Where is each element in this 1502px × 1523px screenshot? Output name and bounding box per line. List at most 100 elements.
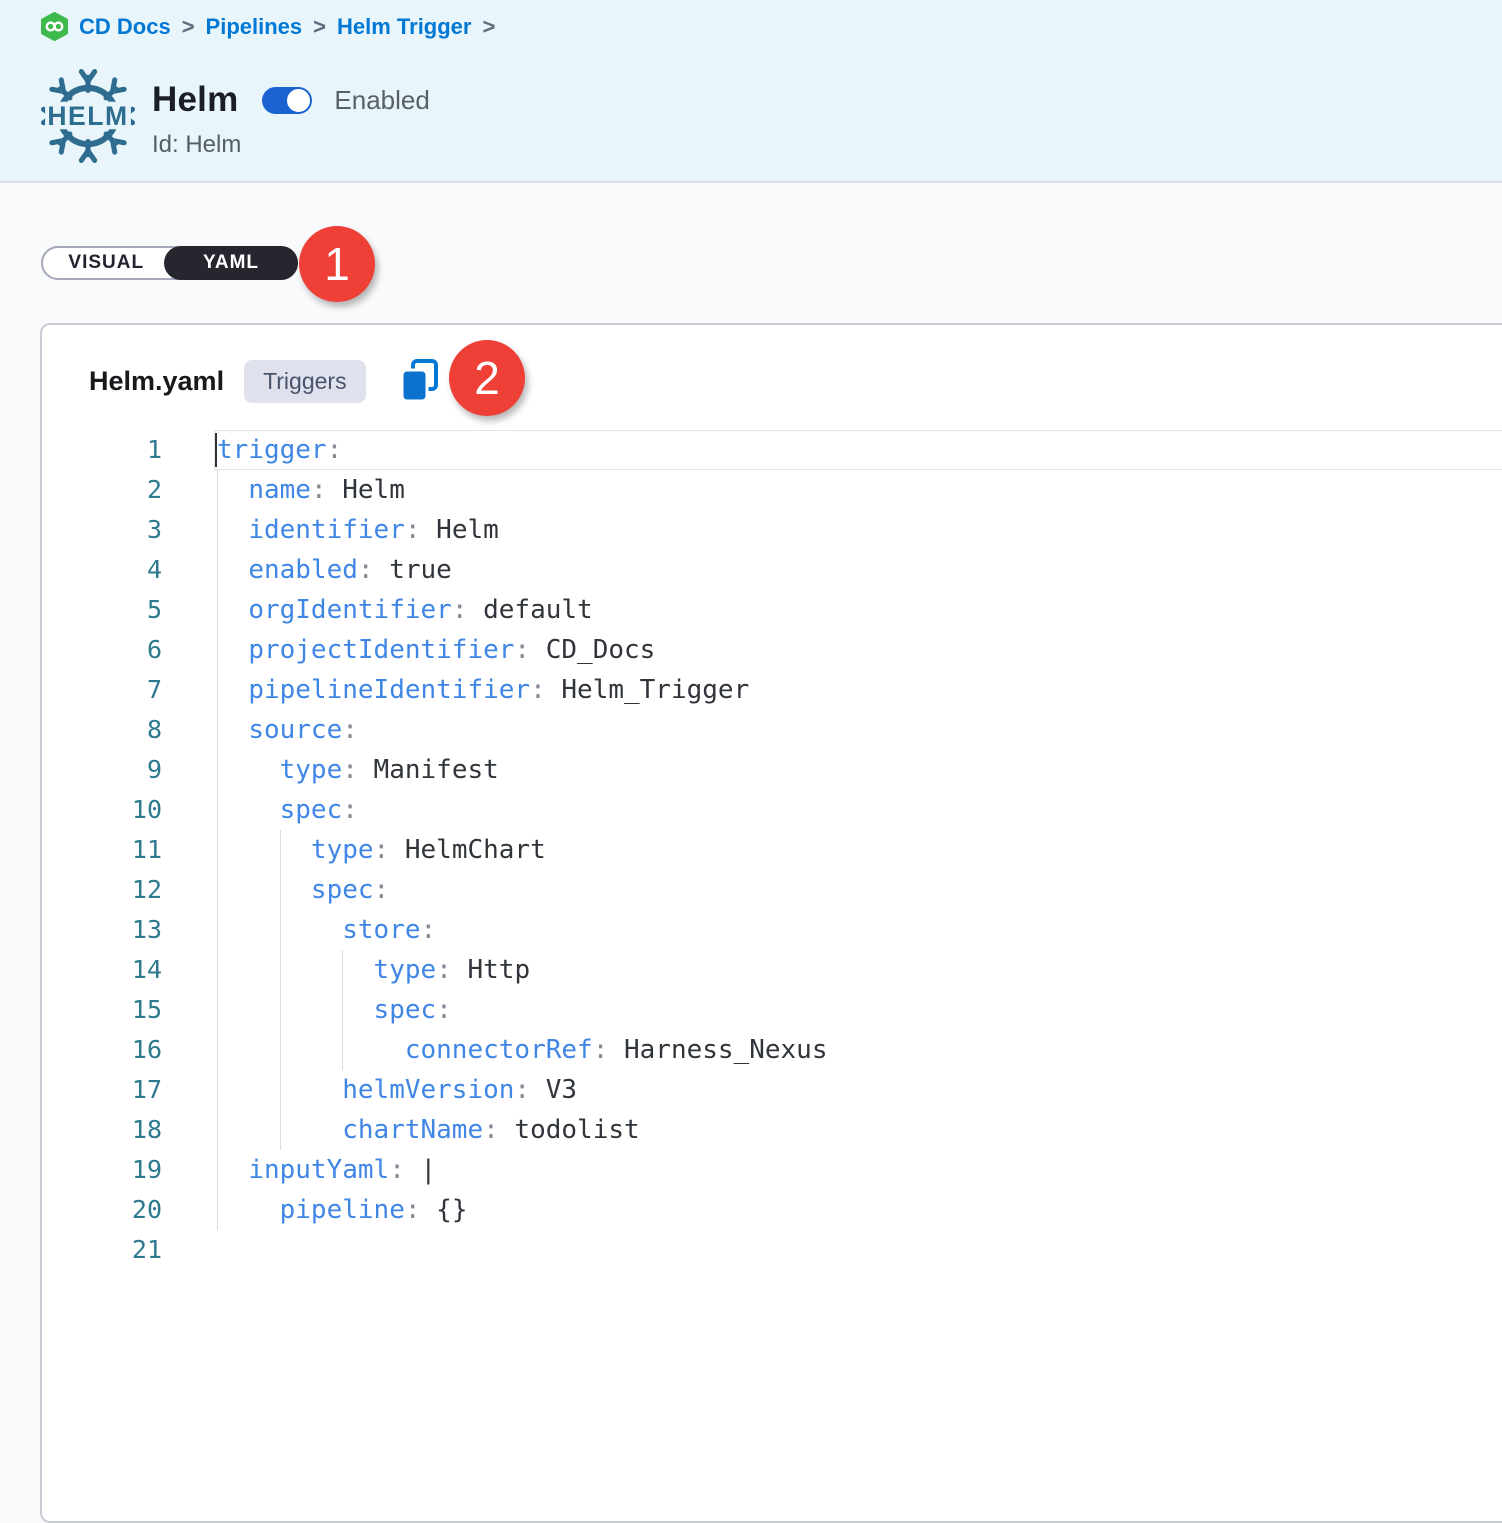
indent-guide <box>280 910 281 950</box>
indent-guide <box>280 1110 281 1150</box>
code-line[interactable]: 5 orgIdentifier: default <box>42 590 1502 630</box>
code-line[interactable]: 9 type: Manifest <box>42 750 1502 790</box>
code-line[interactable]: 8 source: <box>42 710 1502 750</box>
enabled-toggle[interactable] <box>262 87 310 114</box>
code-line[interactable]: 4 enabled: true <box>42 550 1502 590</box>
breadcrumb-separator: > <box>182 14 195 40</box>
trigger-id-text: Id: Helm <box>152 131 430 159</box>
breadcrumb-item-pipelines[interactable]: Pipelines <box>206 14 303 40</box>
code-line[interactable]: 18 chartName: todolist <box>42 1110 1502 1150</box>
yaml-code-editor[interactable]: 1trigger:2 name: Helm3 identifier: Helm4… <box>42 430 1502 1270</box>
line-number: 4 <box>42 550 162 590</box>
copy-icon[interactable] <box>400 358 440 404</box>
breadcrumb: CD Docs > Pipelines > Helm Trigger > <box>41 12 495 41</box>
indent-guide <box>342 990 343 1030</box>
indent-guide <box>217 750 218 790</box>
code-text: spec: <box>214 990 452 1030</box>
text-cursor <box>215 433 217 467</box>
indent-guide <box>217 790 218 830</box>
code-text: pipelineIdentifier: Helm_Trigger <box>214 670 749 710</box>
breadcrumb-separator: > <box>313 14 326 40</box>
line-number: 12 <box>42 870 162 910</box>
yaml-file-name: Helm.yaml <box>89 366 224 397</box>
line-number: 13 <box>42 910 162 950</box>
line-number: 10 <box>42 790 162 830</box>
indent-guide <box>280 950 281 990</box>
indent-guide <box>217 510 218 550</box>
annotation-step-2: 2 <box>449 340 525 416</box>
page-title: Helm <box>152 80 238 120</box>
code-line[interactable]: 3 identifier: Helm <box>42 510 1502 550</box>
code-text: source: <box>214 710 358 750</box>
line-number: 19 <box>42 1150 162 1190</box>
code-text: store: <box>214 910 436 950</box>
page-header: CD Docs > Pipelines > Helm Trigger > <box>0 0 1502 183</box>
line-number: 11 <box>42 830 162 870</box>
indent-guide <box>217 1190 218 1230</box>
breadcrumb-item-cd-docs[interactable]: CD Docs <box>79 14 171 40</box>
line-number: 14 <box>42 950 162 990</box>
code-text: type: Http <box>214 950 530 990</box>
code-text: chartName: todolist <box>214 1110 640 1150</box>
code-text: name: Helm <box>214 470 405 510</box>
indent-guide <box>217 670 218 710</box>
indent-guide <box>280 1070 281 1110</box>
indent-guide <box>217 910 218 950</box>
line-number: 15 <box>42 990 162 1030</box>
helm-logo-text: HELM <box>47 101 128 131</box>
line-number: 20 <box>42 1190 162 1230</box>
line-number: 16 <box>42 1030 162 1070</box>
cd-module-icon <box>41 12 68 41</box>
code-line[interactable]: 17 helmVersion: V3 <box>42 1070 1502 1110</box>
line-number: 5 <box>42 590 162 630</box>
indent-guide <box>217 470 218 510</box>
code-text: inputYaml: | <box>214 1150 436 1190</box>
indent-guide <box>217 990 218 1030</box>
indent-guide <box>280 870 281 910</box>
code-text: spec: <box>214 870 389 910</box>
line-number: 8 <box>42 710 162 750</box>
indent-guide <box>217 1150 218 1190</box>
code-line[interactable]: 2 name: Helm <box>42 470 1502 510</box>
code-line[interactable]: 10 spec: <box>42 790 1502 830</box>
code-text: helmVersion: V3 <box>214 1070 577 1110</box>
indent-guide <box>280 830 281 870</box>
current-line-highlight <box>214 430 1502 470</box>
code-line[interactable]: 6 projectIdentifier: CD_Docs <box>42 630 1502 670</box>
indent-guide <box>217 870 218 910</box>
code-line[interactable]: 7 pipelineIdentifier: Helm_Trigger <box>42 670 1502 710</box>
code-line[interactable]: 12 spec: <box>42 870 1502 910</box>
indent-guide <box>217 1030 218 1070</box>
line-number: 3 <box>42 510 162 550</box>
code-text: identifier: Helm <box>214 510 499 550</box>
code-line[interactable]: 14 type: Http <box>42 950 1502 990</box>
code-line[interactable]: 1trigger: <box>42 430 1502 470</box>
code-line[interactable]: 15 spec: <box>42 990 1502 1030</box>
line-number: 1 <box>42 430 162 470</box>
visual-yaml-toggle[interactable]: VISUAL . YAML <box>41 246 298 280</box>
breadcrumb-item-helm-trigger[interactable]: Helm Trigger <box>337 14 471 40</box>
tab-yaml[interactable]: YAML <box>164 246 298 280</box>
line-number: 18 <box>42 1110 162 1150</box>
code-line[interactable]: 16 connectorRef: Harness_Nexus <box>42 1030 1502 1070</box>
tab-visual[interactable]: VISUAL <box>43 248 170 278</box>
code-line[interactable]: 11 type: HelmChart <box>42 830 1502 870</box>
code-line[interactable]: 21 <box>42 1230 1502 1270</box>
indent-guide <box>342 1030 343 1070</box>
toggle-knob <box>285 87 312 114</box>
indent-guide <box>217 830 218 870</box>
indent-guide <box>342 950 343 990</box>
code-text: projectIdentifier: CD_Docs <box>214 630 655 670</box>
code-text: type: Manifest <box>214 750 499 790</box>
line-number: 7 <box>42 670 162 710</box>
indent-guide <box>280 1030 281 1070</box>
indent-guide <box>217 550 218 590</box>
code-line[interactable]: 13 store: <box>42 910 1502 950</box>
indent-guide <box>280 990 281 1030</box>
triggers-tag-badge: Triggers <box>244 360 366 403</box>
code-line[interactable]: 19 inputYaml: | <box>42 1150 1502 1190</box>
line-number: 9 <box>42 750 162 790</box>
code-text: enabled: true <box>214 550 452 590</box>
code-text: connectorRef: Harness_Nexus <box>214 1030 828 1070</box>
code-line[interactable]: 20 pipeline: {} <box>42 1190 1502 1230</box>
